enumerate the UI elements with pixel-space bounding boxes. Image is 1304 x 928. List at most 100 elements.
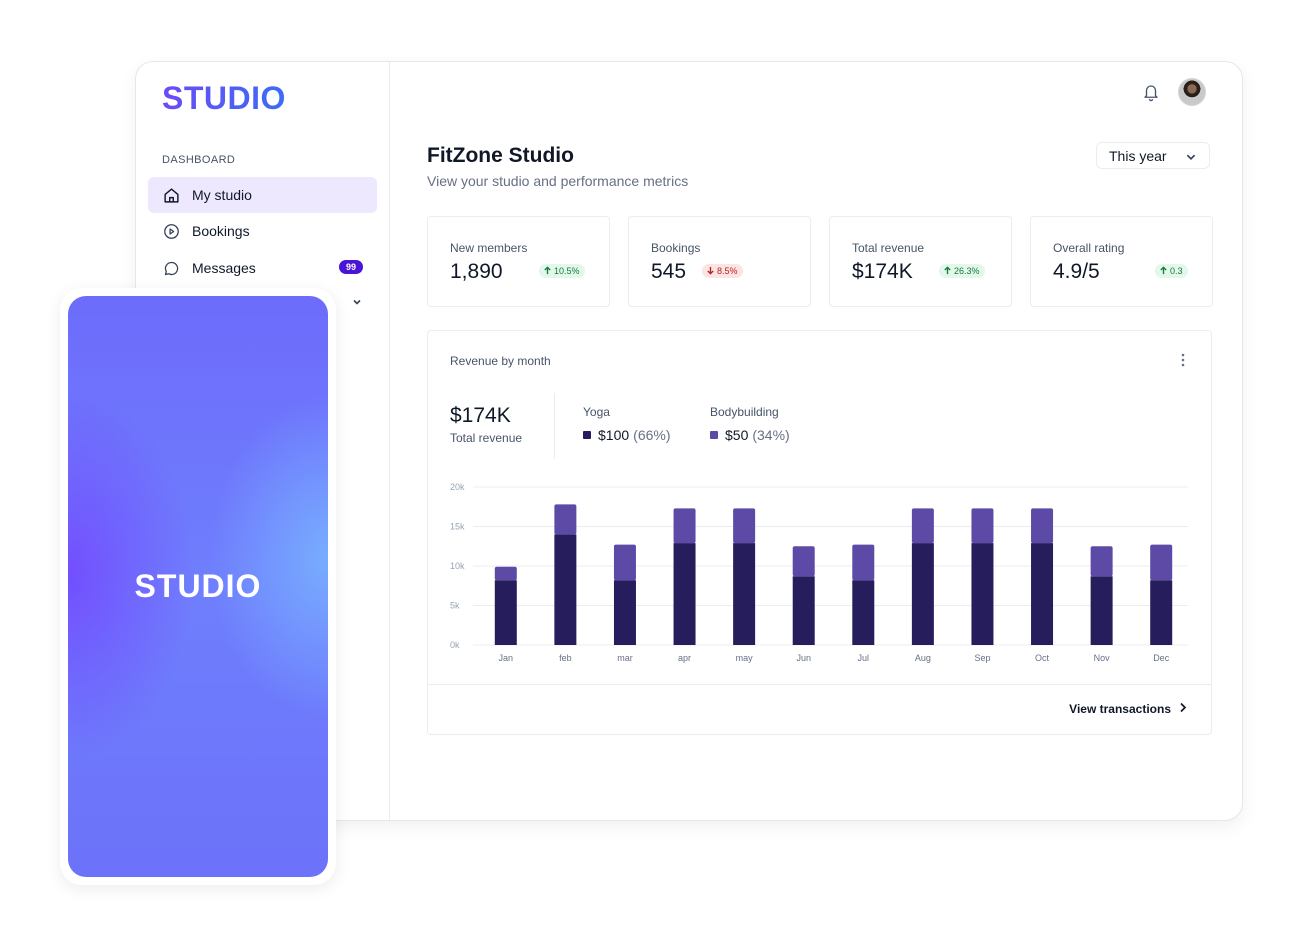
bar-bodybuilding-aug [911, 508, 934, 544]
app-logo[interactable]: STUDIO [162, 80, 286, 117]
stat-change-value: 8.5% [717, 266, 738, 276]
view-transactions-link[interactable]: View transactions [1069, 702, 1187, 716]
y-tick-label: 15k [450, 522, 465, 532]
x-tick-label: Jan [499, 653, 514, 663]
x-tick-label: Jul [858, 653, 870, 663]
legend-percent: (66%) [633, 427, 671, 443]
y-tick-label: 0k [450, 640, 460, 650]
stat-card-total-revenue: Total revenue $174K 26.3% [829, 216, 1012, 307]
more-options-icon[interactable] [1181, 353, 1185, 372]
bar-bodybuilding-jan [494, 566, 517, 581]
legend-value: $100 [598, 427, 630, 443]
arrow-down-icon [706, 266, 715, 277]
total-revenue-value: $174K [450, 404, 511, 427]
x-tick-label: may [736, 653, 754, 663]
bar-bodybuilding-feb [554, 504, 577, 535]
stat-change-badge: 10.5% [539, 264, 585, 278]
x-tick-label: Sep [974, 653, 990, 663]
bell-icon[interactable] [1142, 82, 1160, 107]
arrow-up-icon [543, 265, 552, 277]
revenue-chart-card: Revenue by month $174K Total revenue Yog… [427, 330, 1212, 735]
stat-value: $174K [852, 260, 913, 283]
period-select[interactable]: This year [1096, 142, 1210, 169]
bar-yoga-jul [852, 580, 875, 645]
bar-yoga-aug [911, 543, 934, 645]
bar-bodybuilding-dec [1150, 544, 1173, 581]
legend-name: Yoga [583, 405, 610, 419]
bar-bodybuilding-apr [673, 508, 696, 544]
stat-label: Total revenue [852, 241, 925, 255]
legend-value: $50 [725, 427, 749, 443]
bar-yoga-jan [494, 580, 517, 645]
stat-card-bookings: Bookings 545 8.5% [628, 216, 811, 307]
bar-yoga-oct [1031, 543, 1054, 645]
divider [554, 393, 555, 459]
stat-label: New members [450, 241, 528, 255]
stat-change-value: 26.3% [954, 266, 980, 276]
y-tick-label: 5k [450, 601, 460, 611]
period-select-value: This year [1109, 147, 1167, 164]
stat-change-badge: 26.3% [939, 264, 985, 278]
home-icon [162, 186, 180, 204]
revenue-bar-chart: 0k 5k 10k 15k 20k Jan feb mar apr may Jun Jul Aug Sep… [450, 482, 1188, 663]
phone-logo: STUDIO [134, 568, 262, 604]
main-content: FitZone Studio View your studio and perf… [390, 62, 1242, 820]
bar-bodybuilding-jun [792, 546, 815, 577]
chart-title: Revenue by month [450, 354, 551, 368]
stat-change-badge: 8.5% [702, 264, 743, 278]
x-tick-label: Dec [1153, 653, 1170, 663]
phone-splash-screen: STUDIO [68, 296, 328, 877]
stat-label: Overall rating [1053, 241, 1125, 255]
x-tick-label: mar [617, 653, 633, 663]
chevron-down-icon [1185, 150, 1197, 166]
legend-yoga: Yoga $100 (66%) [583, 405, 671, 443]
bar-yoga-dec [1150, 580, 1173, 645]
chat-bubble-icon [162, 259, 180, 277]
avatar[interactable] [1178, 78, 1206, 106]
legend-name: Bodybuilding [710, 405, 779, 419]
bar-bodybuilding-jul [852, 544, 875, 581]
bar-yoga-sep [971, 543, 994, 645]
stat-value: 545 [651, 260, 687, 283]
legend-percent: (34%) [752, 427, 790, 443]
sidebar-item-messages[interactable]: Messages 99 [148, 250, 377, 286]
nav-section-label: DASHBOARD [162, 154, 236, 166]
stat-change-badge: 0.3 [1155, 264, 1188, 278]
bar-yoga-mar [613, 580, 636, 645]
stat-card-new-members: New members 1,890 10.5% [427, 216, 610, 307]
x-tick-label: Aug [915, 653, 931, 663]
stat-label: Bookings [651, 241, 701, 255]
x-tick-label: feb [559, 653, 572, 663]
legend-bodybuilding: Bodybuilding $50 (34%) [710, 405, 790, 443]
bar-yoga-feb [554, 534, 577, 645]
bar-bodybuilding-may [733, 508, 756, 544]
divider [428, 684, 1211, 685]
sidebar-item-label: Messages [192, 260, 256, 276]
x-tick-label: Nov [1094, 653, 1111, 663]
total-revenue-label: Total revenue [450, 431, 523, 445]
bar-bodybuilding-nov [1090, 546, 1113, 577]
chevron-down-icon[interactable] [352, 294, 362, 312]
sidebar-item-label: Bookings [192, 223, 250, 239]
x-tick-label: Oct [1035, 653, 1050, 663]
stat-change-value: 0.3 [1170, 266, 1183, 276]
chevron-right-icon [1179, 702, 1187, 716]
play-circle-icon [162, 222, 180, 240]
bar-yoga-nov [1090, 576, 1113, 645]
view-transactions-label: View transactions [1069, 702, 1171, 716]
sidebar-item-label: My studio [192, 187, 252, 203]
sidebar-item-my-studio[interactable]: My studio [148, 177, 377, 213]
legend-swatch [583, 431, 591, 439]
bar-yoga-may [733, 543, 756, 645]
y-tick-label: 20k [450, 482, 465, 492]
messages-count-badge: 99 [338, 260, 363, 274]
legend-swatch [710, 431, 718, 439]
sidebar-item-bookings[interactable]: Bookings [148, 213, 377, 249]
x-tick-label: Jun [796, 653, 811, 663]
bar-yoga-apr [673, 543, 696, 645]
stat-card-overall-rating: Overall rating 4.9/5 0.3 [1030, 216, 1213, 307]
y-tick-label: 10k [450, 561, 465, 571]
arrow-up-icon [1159, 265, 1168, 277]
bar-bodybuilding-mar [613, 544, 636, 581]
bar-bodybuilding-oct [1031, 508, 1054, 544]
